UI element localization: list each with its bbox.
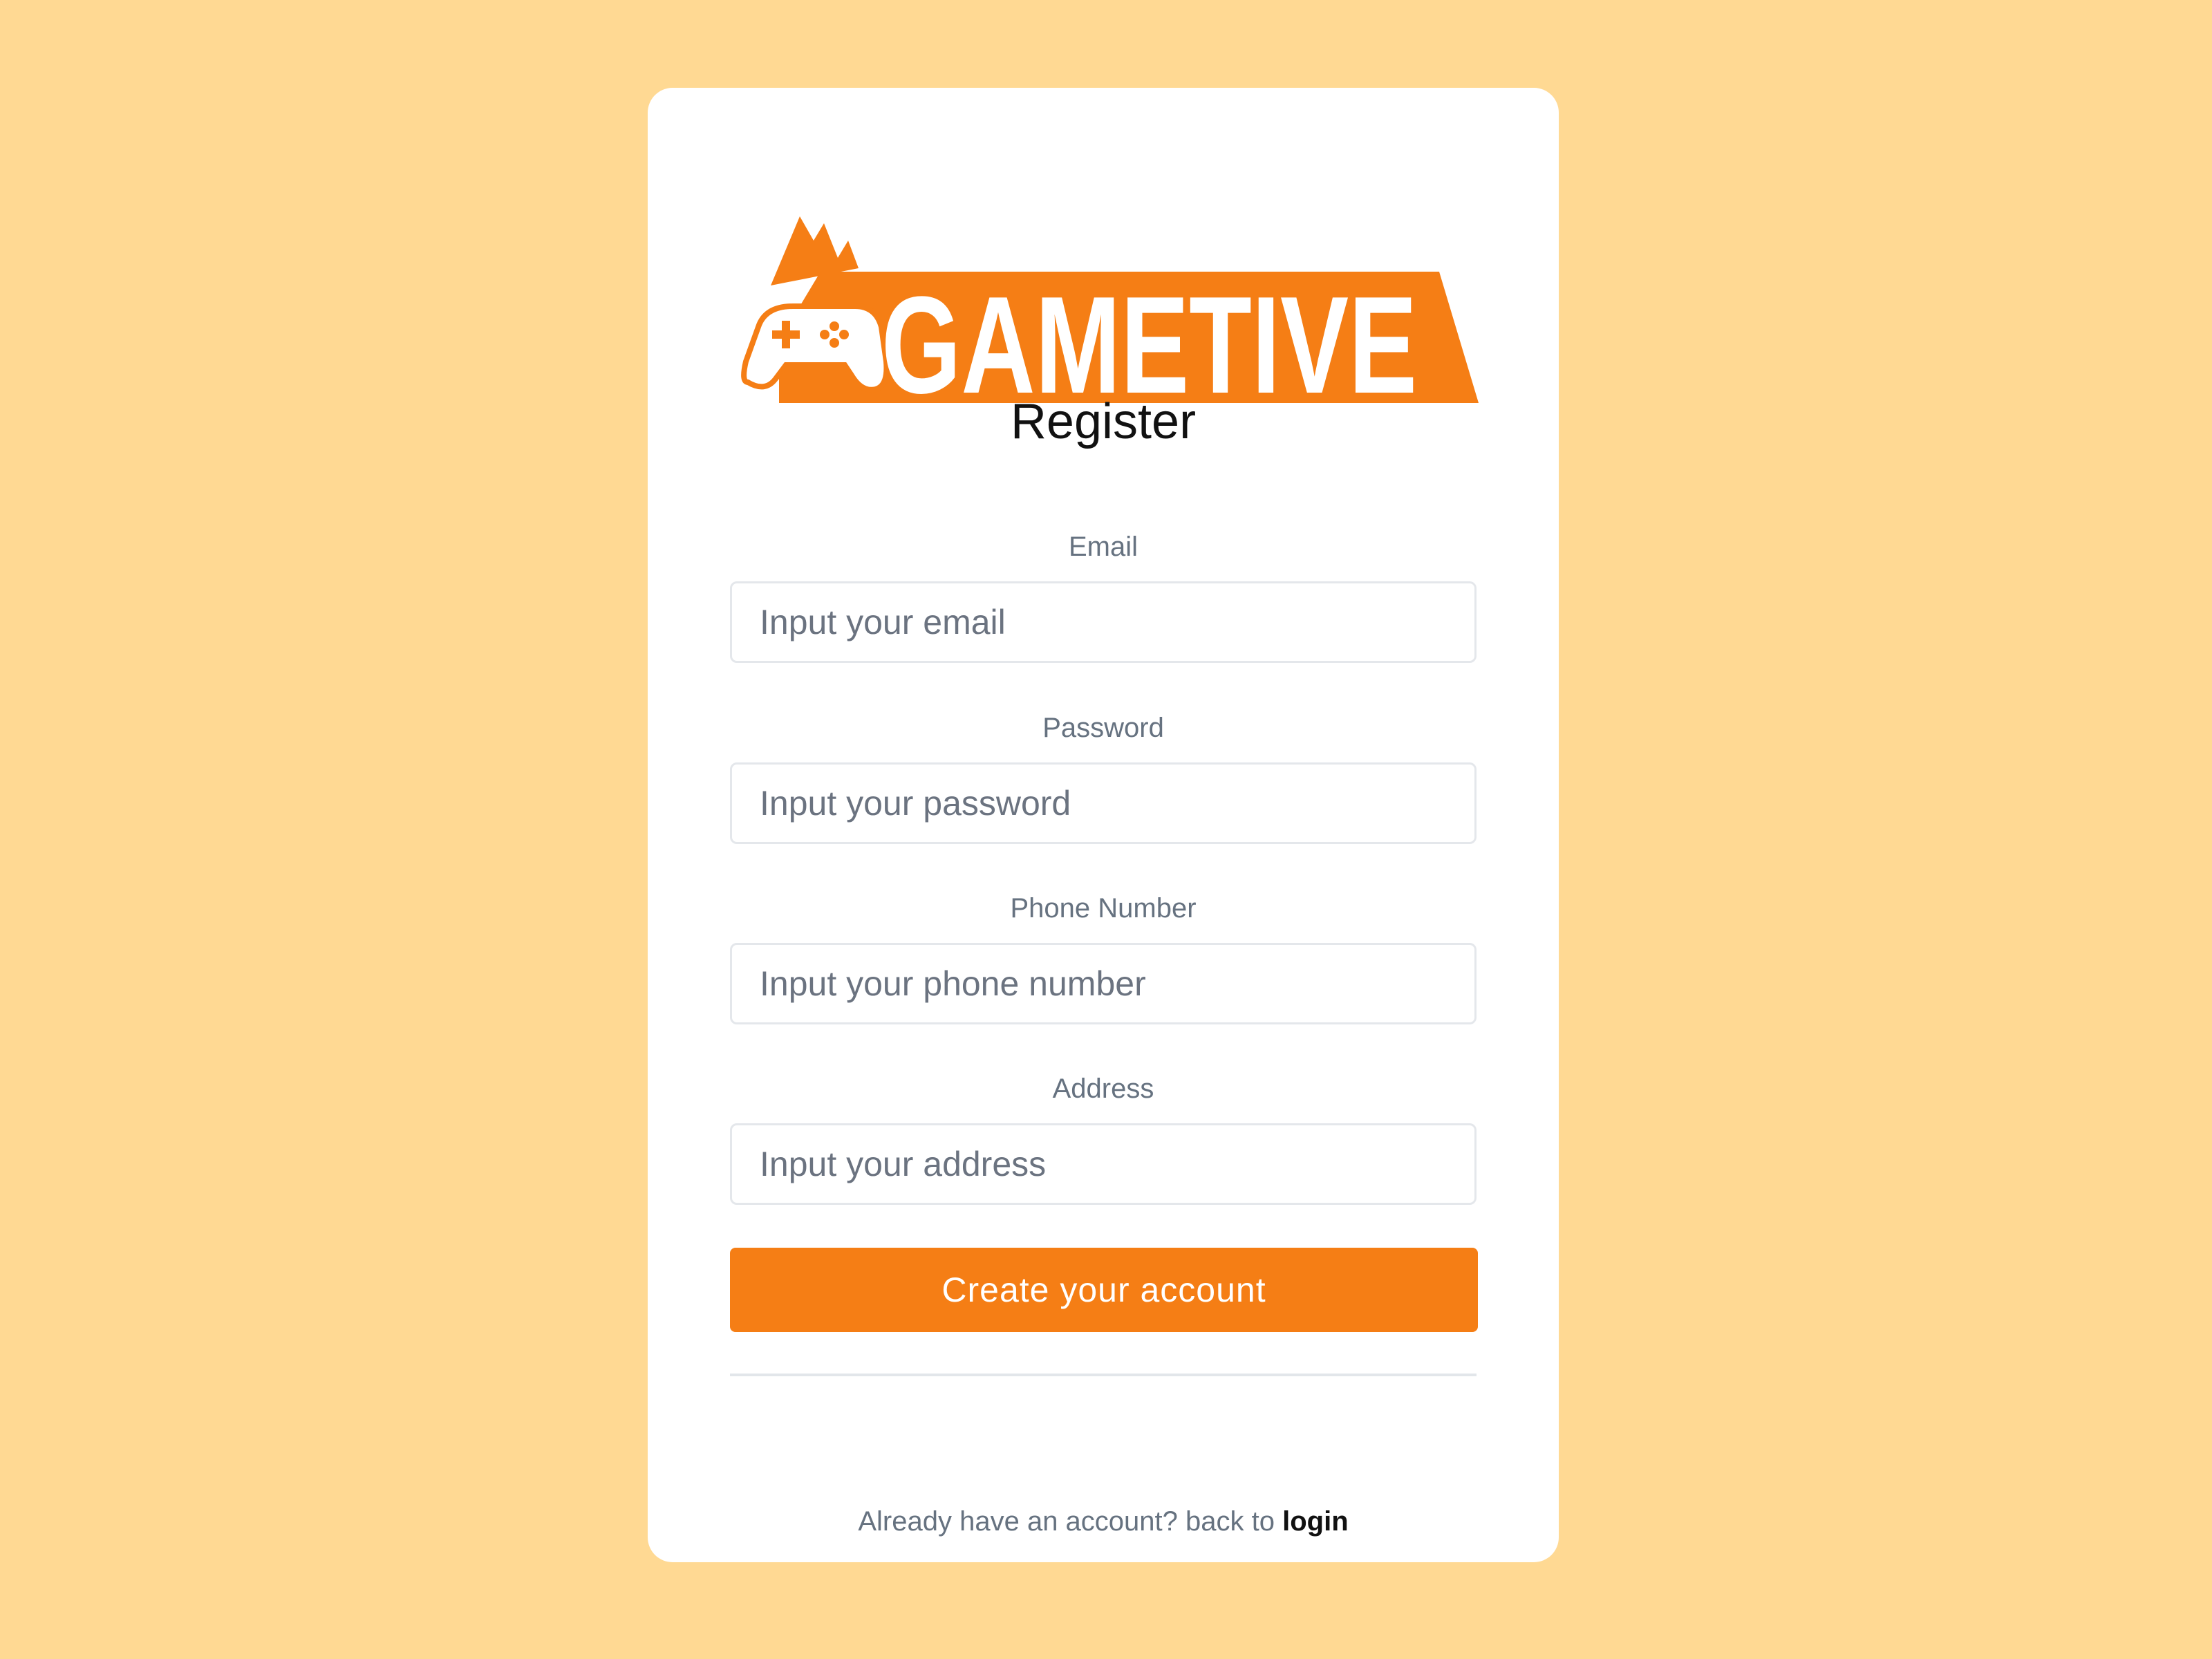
login-prompt-text: Already have an account? back to bbox=[858, 1506, 1275, 1537]
divider bbox=[730, 1374, 1477, 1376]
address-label: Address bbox=[1052, 1074, 1154, 1104]
gametive-logo: GAMETIVE bbox=[738, 154, 1479, 406]
create-account-button[interactable]: Create your account bbox=[730, 1248, 1478, 1332]
password-label: Password bbox=[1042, 713, 1164, 743]
email-input[interactable] bbox=[730, 581, 1477, 663]
logo-wordmark: GAMETIVE bbox=[881, 268, 1417, 406]
register-card: GAMETIVE Register Email Password Phone N… bbox=[648, 88, 1559, 1562]
page-title: Register bbox=[1010, 394, 1197, 449]
phone-number-label: Phone Number bbox=[1010, 893, 1197, 924]
login-link[interactable]: login bbox=[1282, 1506, 1349, 1537]
login-prompt: Already have an account? back to login bbox=[648, 1505, 1559, 1538]
password-input[interactable] bbox=[730, 762, 1477, 844]
address-input[interactable] bbox=[730, 1123, 1477, 1205]
email-label: Email bbox=[1068, 532, 1138, 562]
phone-number-input[interactable] bbox=[730, 943, 1477, 1024]
